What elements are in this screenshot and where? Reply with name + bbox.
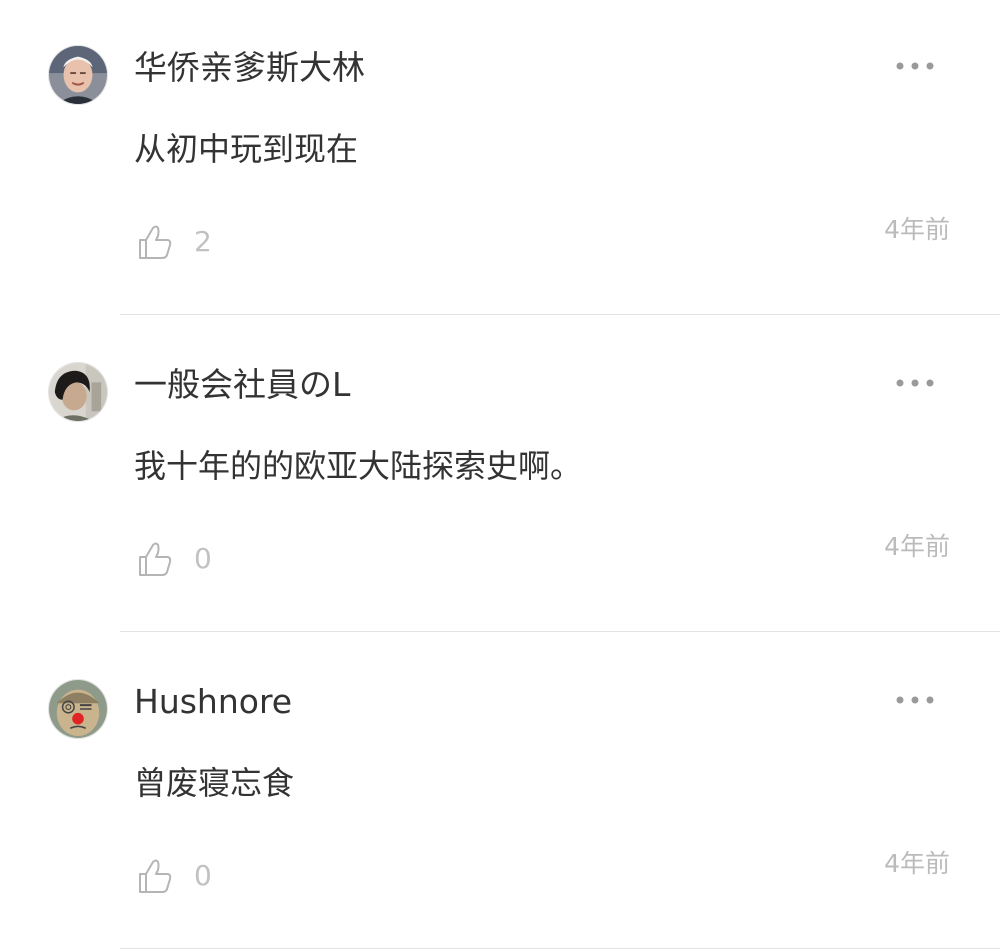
more-dots-icon[interactable]	[890, 54, 940, 78]
more-dots-icon[interactable]	[890, 688, 940, 712]
timestamp: 4年前	[884, 849, 950, 878]
comment-item: 华侨亲爹斯大林 从初中玩到现在 2 4年前	[0, 0, 1000, 317]
avatar[interactable]	[48, 45, 108, 105]
like-count: 2	[194, 225, 212, 258]
avatar-dark-hair-photo-icon	[49, 363, 107, 421]
username[interactable]: Hushnore	[134, 680, 292, 724]
thumbs-up-icon	[139, 542, 172, 576]
like-button[interactable]: 0	[134, 851, 212, 901]
thumbs-up-icon	[139, 859, 172, 893]
like-button[interactable]: 0	[134, 534, 212, 584]
thumbs-up-icon	[139, 225, 172, 259]
like-count: 0	[194, 859, 212, 892]
timestamp: 4年前	[884, 215, 950, 244]
like-count: 0	[194, 542, 212, 575]
avatar[interactable]	[48, 362, 108, 422]
avatar-elderly-man-photo-icon	[49, 46, 107, 104]
avatar[interactable]	[48, 679, 108, 739]
comment-text: 曾废寝忘食	[134, 764, 295, 802]
comment-text: 从初中玩到现在	[134, 130, 359, 168]
comment-text: 我十年的的欧亚大陆探索史啊。	[134, 447, 583, 485]
comment-item: 一般会社員のL 我十年的的欧亚大陆探索史啊。 0 4年前	[0, 317, 1000, 634]
like-button[interactable]: 2	[134, 217, 212, 267]
username[interactable]: 华侨亲爹斯大林	[134, 46, 365, 90]
timestamp: 4年前	[884, 532, 950, 561]
username[interactable]: 一般会社員のL	[134, 363, 350, 407]
avatar-cartoon-red-nose-icon	[49, 680, 107, 738]
comment-item: Hushnore 曾废寝忘食 0 4年前	[0, 634, 1000, 951]
divider	[120, 314, 1000, 315]
divider	[120, 631, 1000, 632]
more-dots-icon[interactable]	[890, 371, 940, 395]
